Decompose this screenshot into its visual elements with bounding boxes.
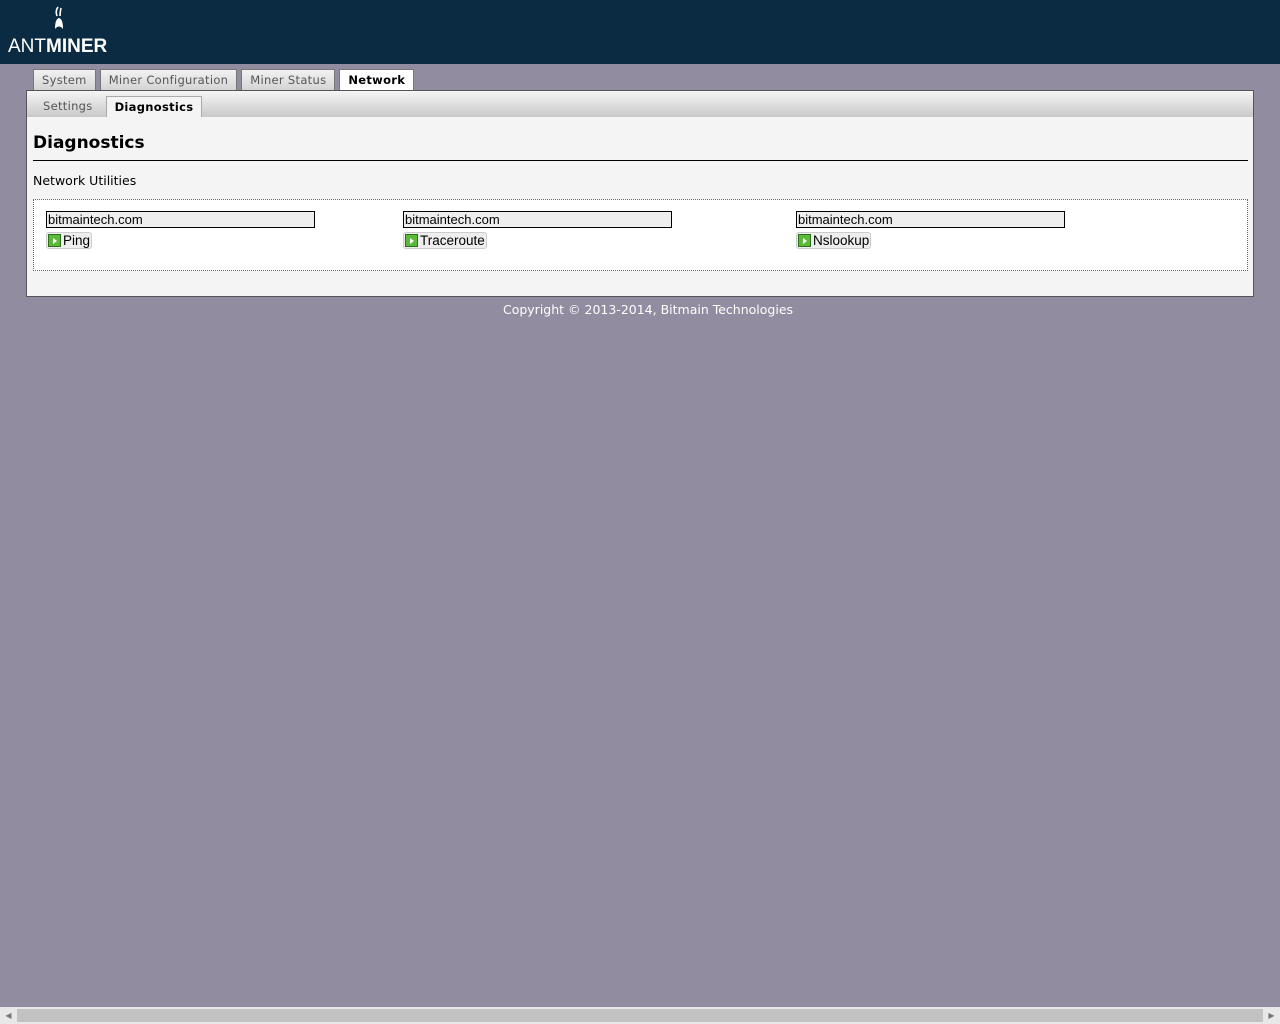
nslookup-button[interactable]: Nslookup <box>796 232 872 249</box>
play-icon <box>405 234 418 247</box>
nslookup-host-input[interactable] <box>796 211 1065 228</box>
ping-host-input[interactable] <box>46 211 315 228</box>
nslookup-button-label: Nslookup <box>813 233 870 248</box>
section-legend: Network Utilities <box>33 173 137 188</box>
traceroute-host-input[interactable] <box>403 211 672 228</box>
traceroute-tool: Traceroute <box>403 211 672 251</box>
sub-tabs: Settings Diagnostics <box>27 91 1253 117</box>
ping-button[interactable]: Ping <box>46 232 93 249</box>
page-title: Diagnostics <box>33 133 145 153</box>
logo-text-bold: MINER <box>46 36 108 57</box>
play-icon <box>48 234 61 247</box>
subtab-diagnostics[interactable]: Diagnostics <box>105 96 203 117</box>
tab-miner-configuration[interactable]: Miner Configuration <box>99 69 238 90</box>
ping-button-label: Ping <box>63 233 91 248</box>
footer-copyright: Copyright © 2013-2014, Bitmain Technolog… <box>502 302 794 317</box>
tab-system[interactable]: System <box>33 69 96 90</box>
logo-text-light: ANT <box>8 36 46 57</box>
main-tabs: System Miner Configuration Miner Status … <box>33 69 415 91</box>
nslookup-tool: Nslookup <box>796 211 1065 251</box>
tab-miner-status[interactable]: Miner Status <box>241 69 336 90</box>
subtab-settings[interactable]: Settings <box>35 96 101 117</box>
ant-icon <box>55 6 63 29</box>
traceroute-button[interactable]: Traceroute <box>403 232 487 249</box>
scroll-left-icon[interactable]: ◀ <box>0 1007 17 1024</box>
play-icon <box>798 234 811 247</box>
tab-network[interactable]: Network <box>339 69 415 91</box>
ping-tool: Ping <box>46 211 315 251</box>
traceroute-button-label: Traceroute <box>420 233 485 248</box>
horizontal-scrollbar[interactable]: ◀ ▶ <box>0 1007 1280 1024</box>
scroll-right-icon[interactable]: ▶ <box>1263 1007 1280 1024</box>
content-panel: Settings Diagnostics Diagnostics Network… <box>26 90 1254 297</box>
title-divider <box>33 160 1248 161</box>
network-utilities-fieldset: Ping Traceroute Nslookup <box>33 199 1248 271</box>
header: ANTMINER <box>0 0 1280 64</box>
scrollbar-thumb[interactable] <box>17 1009 1263 1022</box>
